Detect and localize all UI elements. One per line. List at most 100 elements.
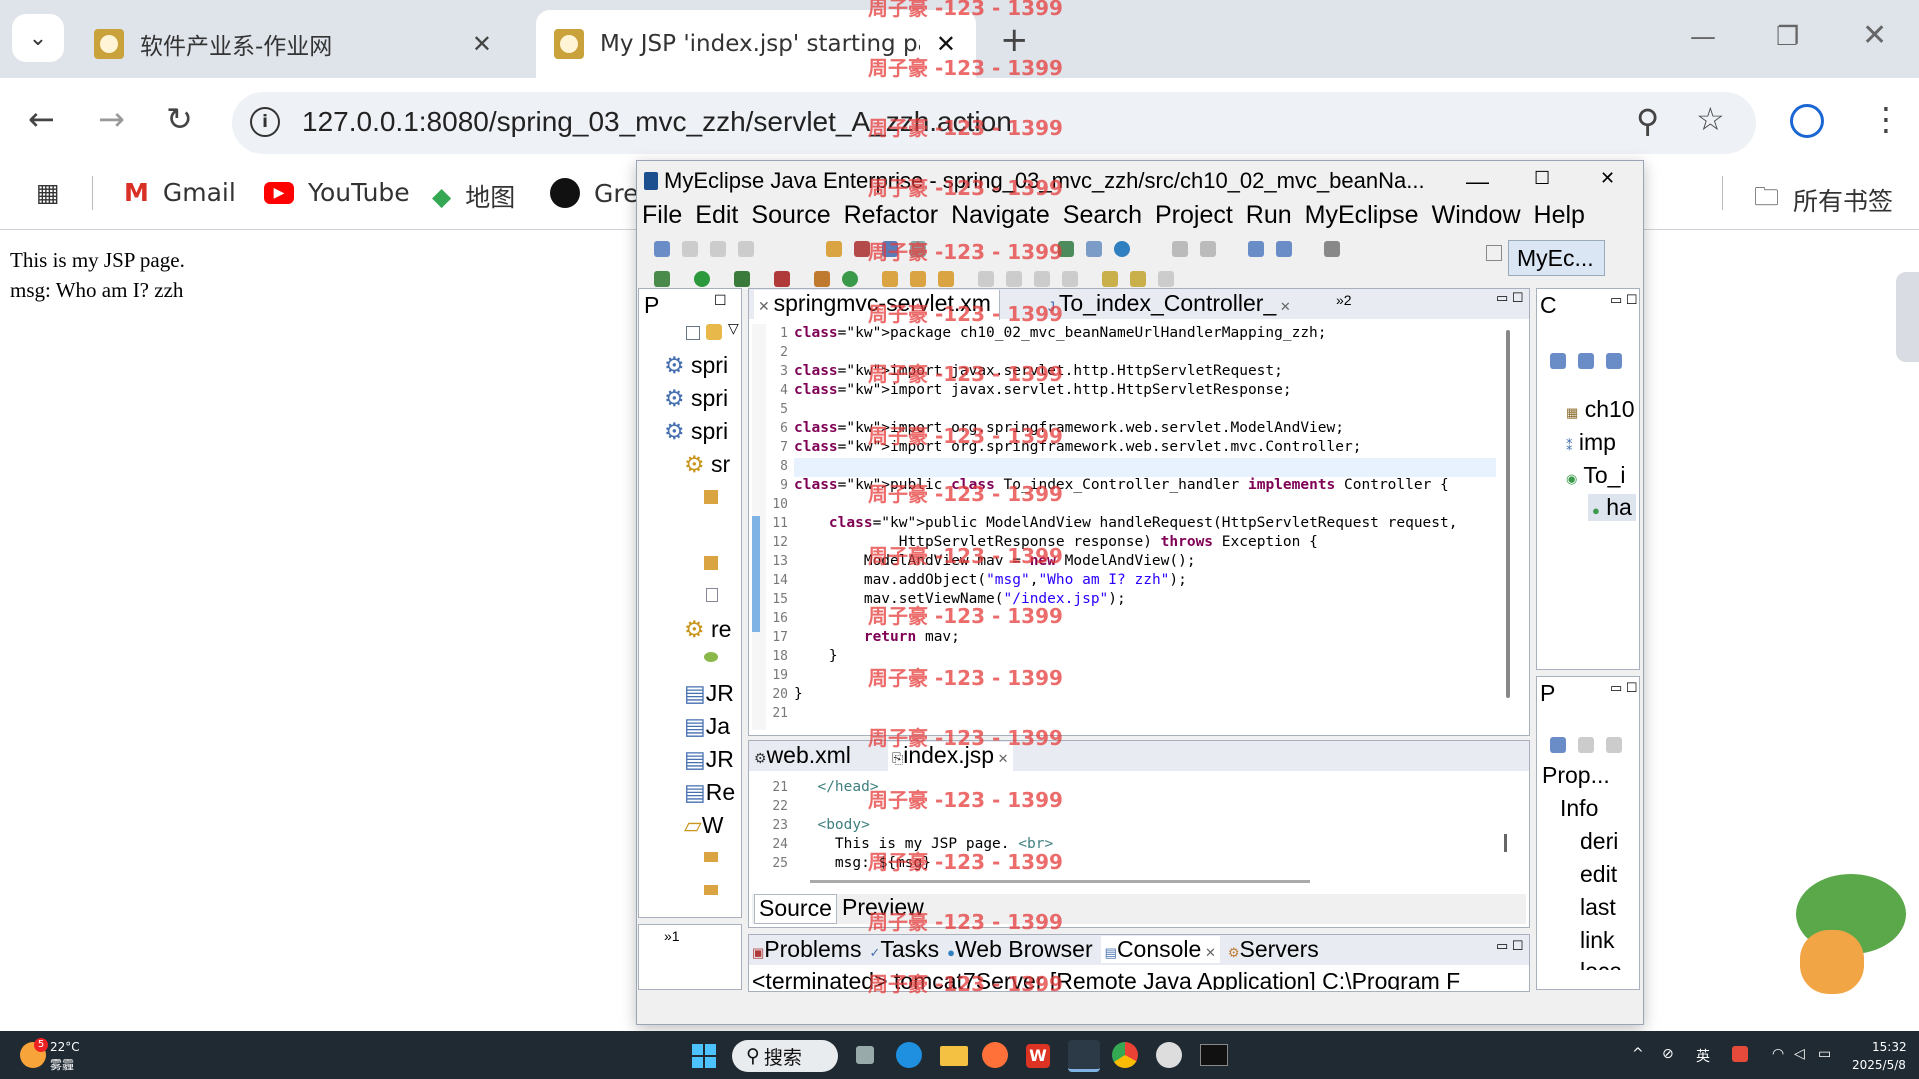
jsp-scrollbar[interactable]	[1504, 834, 1507, 852]
tab-search-button[interactable]: ⌄	[12, 14, 64, 62]
editor-tab-controller[interactable]: J To_index_Controller_ ✕	[1044, 290, 1295, 320]
editor-minimize-icon[interactable]: ▭ ☐	[1496, 290, 1524, 306]
tool-icon[interactable]	[1172, 241, 1188, 257]
ide-close-icon[interactable]: ✕	[1600, 168, 1615, 189]
forward-icon[interactable]: →	[98, 100, 125, 138]
tree-item[interactable]: ⚙ spri	[664, 352, 728, 379]
tree-item[interactable]: ⚙ sr	[684, 451, 730, 478]
filter-icon[interactable]	[1578, 737, 1594, 753]
tool-icon[interactable]	[978, 271, 994, 287]
tree-item[interactable]: ▤Re	[684, 779, 735, 806]
editor-scrollbar[interactable]	[1506, 330, 1510, 698]
tool-icon[interactable]	[1086, 241, 1102, 257]
taskbar-search[interactable]: ⚲ 搜索	[732, 1040, 838, 1072]
package-icon[interactable]	[704, 556, 718, 570]
save-icon[interactable]	[682, 241, 698, 257]
tree-item[interactable]: ▤JR	[684, 746, 734, 773]
battery-icon[interactable]: ▭	[1818, 1046, 1831, 1062]
package-explorer-tab[interactable]: P	[644, 292, 659, 319]
property-row[interactable]: loca	[1580, 958, 1622, 970]
tool-icon[interactable]	[938, 271, 954, 287]
jsp-hscroll[interactable]	[810, 880, 1310, 883]
tool-icon[interactable]	[1248, 241, 1264, 257]
close-tab-icon[interactable]: ✕	[1201, 945, 1216, 960]
folder-icon[interactable]	[704, 885, 718, 895]
menu-project[interactable]: Project	[1155, 201, 1233, 230]
outline-minimize-icon[interactable]: ▭ ☐	[1610, 292, 1638, 308]
menu-run[interactable]: Run	[1246, 201, 1292, 230]
ime-indicator[interactable]: 英	[1696, 1046, 1710, 1066]
tool-icon[interactable]	[1200, 241, 1216, 257]
tree-item[interactable]: ▤JR	[684, 680, 734, 707]
menu-window[interactable]: Window	[1432, 201, 1521, 230]
menu-myeclipse[interactable]: MyEclipse	[1305, 201, 1419, 230]
tab-web-browser[interactable]: ●Web Browser	[947, 936, 1092, 963]
network-off-icon[interactable]: ⊘	[1662, 1046, 1674, 1062]
perspective-myeclipse[interactable]: MyEc...	[1508, 240, 1605, 276]
bookmark-maps[interactable]: ◆ 地图	[432, 178, 515, 214]
clock-date[interactable]: 2025/5/8	[1852, 1058, 1906, 1072]
stop-icon[interactable]	[774, 271, 790, 287]
source-tab[interactable]: Source	[754, 894, 837, 924]
outline-item[interactable]: ◉ To_i	[1566, 462, 1626, 489]
view-menu-icon[interactable]: ▽	[728, 320, 739, 337]
hide-fields-icon[interactable]	[1606, 353, 1622, 369]
avatar-app-icon[interactable]	[1156, 1042, 1182, 1068]
open-folder-icon[interactable]	[882, 271, 898, 287]
console-minimize-icon[interactable]: ▭ ☐	[1496, 938, 1524, 954]
tool-icon[interactable]	[1006, 271, 1022, 287]
bookmark-youtube[interactable]: ▶ YouTube	[264, 178, 410, 207]
menu-file[interactable]: File	[642, 201, 682, 230]
show-hidden-icons[interactable]: ^	[1632, 1046, 1644, 1062]
file-icon[interactable]	[706, 588, 718, 602]
apps-icon[interactable]: ▦	[36, 178, 60, 207]
tab-console[interactable]: ▤Console ✕	[1100, 936, 1220, 963]
all-bookmarks[interactable]: 🗀 所有书签	[1754, 178, 1893, 221]
bookmark-gmail[interactable]: M Gmail	[124, 178, 236, 207]
outline-item[interactable]: ⁑ imp	[1566, 429, 1616, 456]
volume-icon[interactable]: ◁	[1794, 1046, 1805, 1062]
menu-icon[interactable]: ⋮	[1870, 100, 1902, 138]
side-panel-handle[interactable]	[1896, 272, 1919, 362]
site-info-icon[interactable]: i	[250, 107, 280, 137]
back-nav-icon[interactable]	[1102, 271, 1118, 287]
close-tab-icon[interactable]: ✕	[1276, 299, 1291, 314]
tool-icon[interactable]	[814, 271, 830, 287]
zoom-icon[interactable]: ⚲	[1636, 102, 1659, 140]
input-method-icon[interactable]	[1732, 1046, 1748, 1062]
left-bottom-overflow[interactable]: »1	[664, 928, 680, 944]
start-button[interactable]	[692, 1044, 716, 1068]
reload-icon[interactable]: ↻	[166, 100, 193, 138]
menu-source[interactable]: Source	[751, 201, 830, 230]
close-tab-icon[interactable]: ✕	[994, 751, 1009, 766]
tool-icon[interactable]	[1324, 241, 1340, 257]
menu-navigate[interactable]: Navigate	[951, 201, 1050, 230]
open-perspective-icon[interactable]	[1486, 245, 1502, 261]
tool-icon[interactable]	[1062, 271, 1078, 287]
bookmark-gre[interactable]: Gre	[550, 178, 638, 208]
file-explorer-icon[interactable]	[940, 1046, 968, 1066]
editor-tab-overflow[interactable]: »2	[1336, 292, 1352, 308]
run-external-icon[interactable]	[734, 271, 750, 287]
bookmark-star-icon[interactable]: ☆	[1696, 100, 1725, 138]
collapse-all-icon[interactable]	[686, 326, 700, 340]
outline-item-method[interactable]: ● ha	[1588, 494, 1636, 521]
folder-icon[interactable]	[704, 852, 718, 862]
wifi-icon[interactable]: ◠	[1772, 1046, 1784, 1062]
debug-icon[interactable]	[654, 271, 670, 287]
package-icon[interactable]	[704, 490, 718, 504]
tab-problems[interactable]: ▣Problems	[752, 936, 861, 963]
print-icon[interactable]	[738, 241, 754, 257]
link-editor-icon[interactable]	[706, 324, 722, 340]
menu-search[interactable]: Search	[1063, 201, 1142, 230]
tab-servers[interactable]: ⚙Servers	[1228, 936, 1319, 963]
property-row[interactable]: link	[1580, 927, 1615, 954]
menu-refactor[interactable]: Refactor	[844, 201, 938, 230]
browser-tab-1[interactable]: 软件产业系-作业网 ✕	[76, 10, 512, 78]
run-icon[interactable]	[694, 271, 710, 287]
close-window-icon[interactable]: ✕	[1862, 18, 1887, 53]
minimize-icon[interactable]: —	[1690, 22, 1716, 52]
tab-tasks[interactable]: ✓Tasks	[869, 936, 939, 963]
collapse-icon[interactable]	[1550, 353, 1566, 369]
property-row[interactable]: deri	[1580, 828, 1618, 855]
